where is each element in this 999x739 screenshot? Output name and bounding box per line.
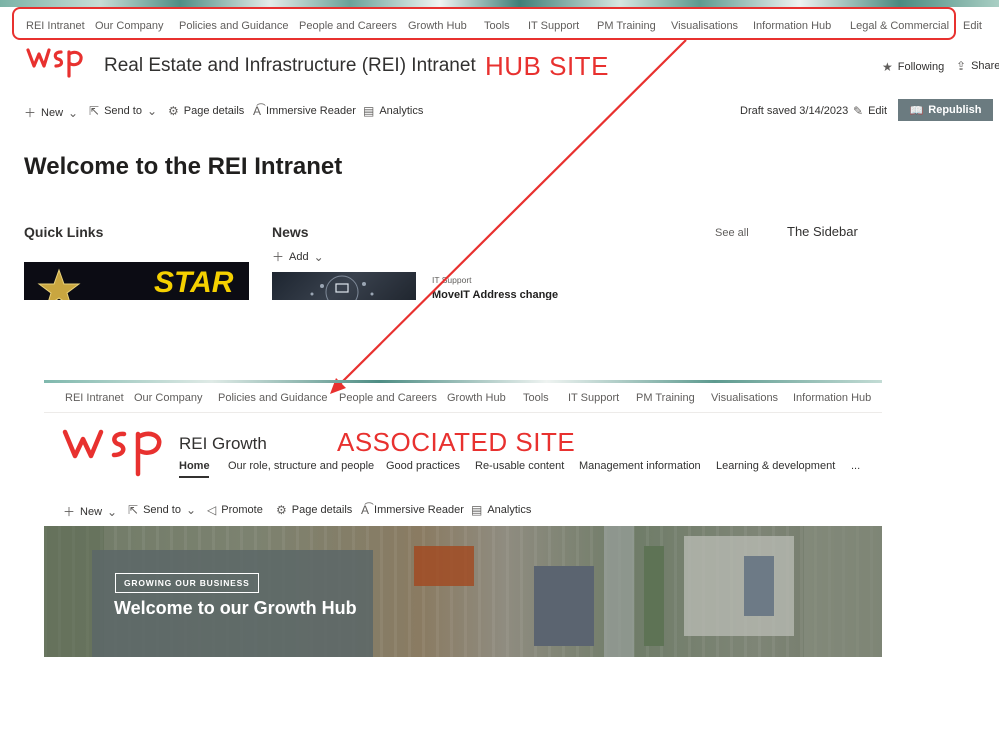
assoc-site-title[interactable]: REI Growth [179, 434, 267, 454]
plus-icon: ＋ [63, 505, 76, 519]
associated-banner-strip [44, 380, 882, 383]
assoc-nav-growth-hub[interactable]: Growth Hub [447, 392, 506, 404]
assoc-nav-pm-training[interactable]: PM Training [636, 392, 695, 404]
analytics-icon: ▤ [471, 503, 483, 517]
assoc-nav-information-hub[interactable]: Information Hub [793, 392, 871, 404]
assoc-nav-visualisations[interactable]: Visualisations [711, 392, 778, 404]
assoc-nav-rei-intranet[interactable]: REI Intranet [65, 392, 124, 404]
assoc-site-callout: ASSOCIATED SITE [337, 427, 576, 457]
assoc-subnav-good-practices[interactable]: Good practices [386, 460, 460, 472]
associated-nav-divider [44, 412, 882, 413]
assoc-nav-policies[interactable]: Policies and Guidance [218, 392, 327, 404]
assoc-immersive-reader-button[interactable]: A͡ Immersive Reader [361, 503, 464, 517]
chevron-down-icon: ⌄ [107, 504, 118, 519]
assoc-new-button[interactable]: ＋ New ⌄ [63, 503, 117, 520]
assoc-nav-it-support[interactable]: IT Support [568, 392, 619, 404]
hero-title[interactable]: Welcome to our Growth Hub [114, 598, 357, 619]
immersive-reader-icon: A͡ [361, 503, 370, 517]
assoc-page-details-button[interactable]: ⚙ Page details [276, 503, 352, 517]
hero-topic-tag: GROWING OUR BUSINESS [115, 573, 259, 593]
assoc-subnav-home[interactable]: Home [179, 460, 210, 472]
send-icon: ⇱ [128, 503, 139, 517]
assoc-analytics-button[interactable]: ▤ Analytics [471, 503, 531, 517]
gear-icon: ⚙ [276, 503, 287, 517]
assoc-nav-our-company[interactable]: Our Company [134, 392, 202, 404]
assoc-subnav-management-info[interactable]: Management information [579, 460, 701, 472]
assoc-nav-tools[interactable]: Tools [523, 392, 549, 404]
assoc-subnav-learning[interactable]: Learning & development [716, 460, 835, 472]
assoc-send-to-button[interactable]: ⇱ Send to ⌄ [128, 503, 196, 517]
chevron-down-icon: ⌄ [185, 503, 197, 517]
assoc-promote-button[interactable]: ◁ Promote [207, 503, 263, 517]
assoc-nav-people-careers[interactable]: People and Careers [339, 392, 437, 404]
megaphone-icon: ◁ [207, 503, 217, 517]
assoc-subnav-reusable-content[interactable]: Re-usable content [475, 460, 564, 472]
home-active-indicator [179, 476, 209, 478]
assoc-subnav-role-structure[interactable]: Our role, structure and people [228, 460, 374, 472]
assoc-subnav-more-button[interactable]: ... [851, 460, 860, 472]
wsp-logo-icon [62, 429, 162, 477]
